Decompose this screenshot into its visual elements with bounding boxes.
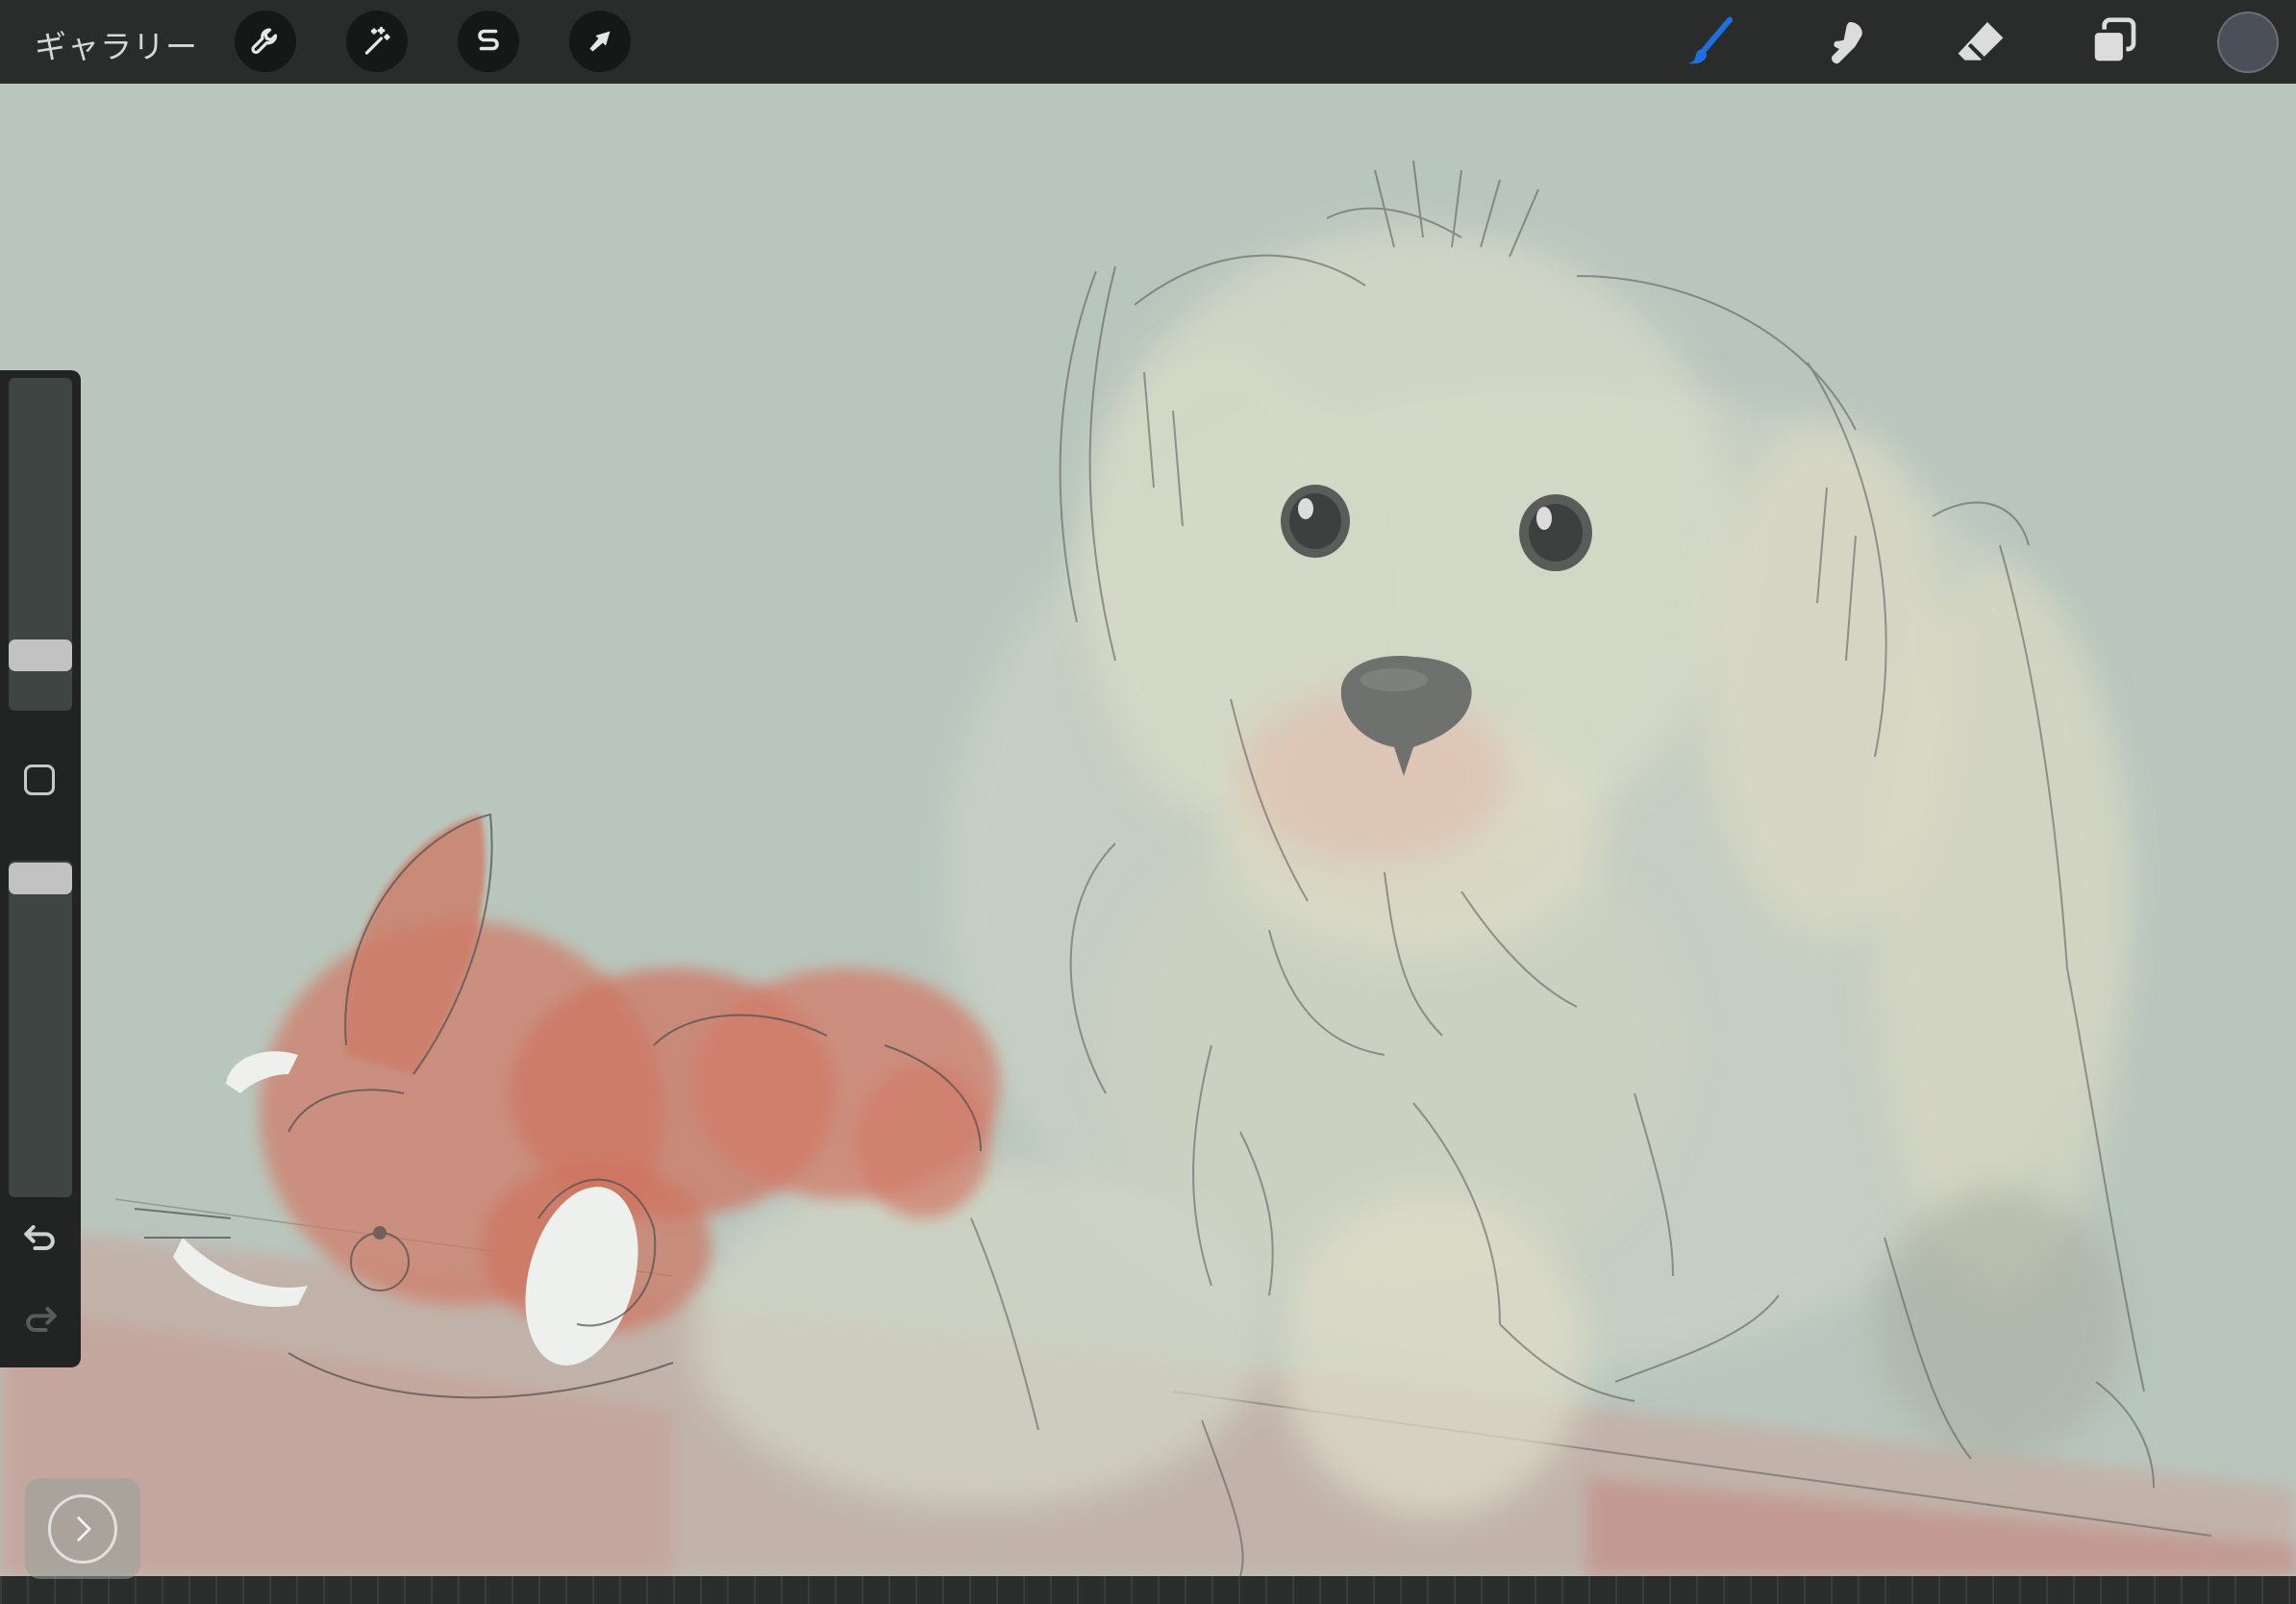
eraser-icon (1958, 22, 2004, 61)
quick-menu-button[interactable] (25, 1478, 140, 1579)
opacity-knob[interactable] (9, 863, 72, 894)
transform-button[interactable] (569, 11, 631, 72)
actions-wrench-button[interactable] (235, 11, 296, 72)
brush-size-knob[interactable] (9, 639, 72, 671)
layers-button[interactable] (2084, 13, 2142, 71)
eraser-tool-button[interactable] (1952, 13, 2009, 71)
color-picker-button[interactable] (2219, 13, 2277, 71)
opacity-slider[interactable] (9, 861, 72, 1197)
adjustments-button[interactable] (346, 11, 408, 72)
drawing-canvas[interactable] (0, 84, 2296, 1576)
redo-icon[interactable] (19, 1298, 62, 1341)
selection-button[interactable] (458, 11, 519, 72)
undo-icon[interactable] (19, 1216, 62, 1259)
chevron-right-icon (77, 1516, 91, 1541)
artwork (0, 160, 2296, 1576)
modify-button[interactable] (24, 764, 55, 795)
selection-s-icon (478, 29, 499, 51)
wrench-icon (251, 28, 278, 55)
left-sidebar (0, 370, 81, 1367)
magic-wand-icon (364, 26, 390, 55)
smudge-tool-button[interactable] (1817, 13, 1875, 71)
layers-icon (2091, 17, 2136, 64)
top-toolbar: ギャラリー (0, 0, 2296, 84)
smudge-finger-icon (1832, 22, 1862, 64)
gallery-button[interactable]: ギャラリー (35, 21, 198, 67)
arrow-cursor-icon (589, 31, 611, 52)
bottom-edge (0, 1576, 2296, 1604)
brush-icon (1687, 16, 1734, 64)
brush-tool-button[interactable] (1681, 13, 1738, 71)
